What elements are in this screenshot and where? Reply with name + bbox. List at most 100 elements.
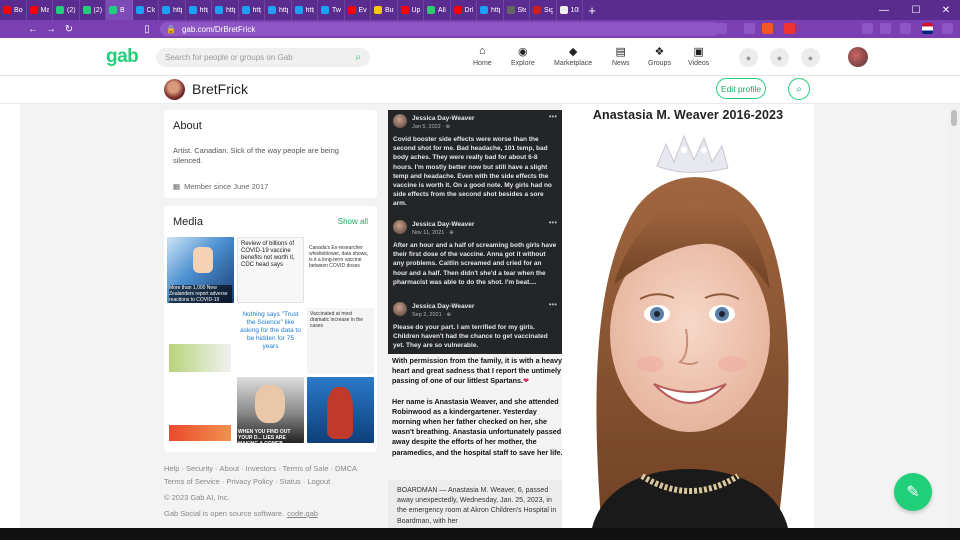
search-icon[interactable]: ⌕ [355, 52, 361, 63]
browser-tab[interactable]: Sign [530, 0, 557, 20]
code-gab-link[interactable]: code.gab [287, 509, 318, 518]
vial-image [169, 344, 231, 372]
media-thumb-5[interactable]: Nothing says "Trust the Science" like as… [237, 308, 304, 374]
menu-icon[interactable] [942, 23, 953, 34]
footer-link[interactable]: DMCA [335, 464, 357, 473]
show-all-link[interactable]: Show all [338, 217, 368, 226]
rewards-icon[interactable] [784, 23, 795, 34]
bookmark-icon[interactable]: ▯ [138, 20, 156, 38]
forward-icon[interactable]: → [42, 20, 60, 38]
media-thumb-7[interactable] [167, 377, 234, 443]
browser-tab[interactable]: All V [424, 0, 451, 20]
share-icon[interactable] [716, 23, 727, 34]
footer-link[interactable]: Help [164, 464, 179, 473]
member-since-text: Member since June 2017 [184, 182, 269, 191]
sidebar-icon[interactable] [880, 23, 891, 34]
browser-tab[interactable]: http [186, 0, 212, 20]
wallet-icon[interactable] [900, 23, 911, 34]
fb-author: Jessica Day-Weaver [412, 221, 475, 228]
extensions-icon[interactable] [862, 23, 873, 34]
thumb-headline: WHEN YOU FIND OUT YOUR D... LIES ARE MAK… [238, 429, 291, 443]
brave-shield-icon[interactable] [762, 23, 773, 34]
media-thumb-1[interactable]: More than 1,000 New Zealanders report ad… [167, 237, 234, 303]
gab-logo[interactable]: gab [106, 46, 139, 68]
page-scrollbar[interactable] [948, 104, 960, 528]
footer-link[interactable]: Investors [246, 464, 276, 473]
memorial-photo[interactable]: Anastasia M. Weaver 2016-2023 [562, 104, 814, 528]
browser-tab[interactable]: http [239, 0, 265, 20]
url-field[interactable]: 🔒 gab.com/DrBretFrick [160, 22, 720, 36]
nav-videos[interactable]: ▣ Videos [688, 44, 709, 68]
footer-link[interactable]: Terms of Sale [283, 464, 329, 473]
new-tab-icon[interactable]: + [583, 0, 601, 20]
minimize-icon[interactable]: — [868, 0, 900, 20]
browser-tab[interactable]: http [159, 0, 186, 20]
tab-label: 10k [570, 6, 580, 14]
compose-button[interactable]: ✎ [894, 473, 932, 511]
avatar[interactable] [848, 47, 868, 67]
search-input[interactable]: Search for people or groups on Gab ⌕ [156, 48, 370, 67]
browser-tab[interactable]: http [292, 0, 318, 20]
scrollbar-thumb[interactable] [951, 110, 957, 126]
tab-label: Mar [40, 6, 50, 14]
footer-link[interactable]: Status [280, 477, 301, 486]
media-thumb-2[interactable]: Review of billions of COVID-19 vaccine b… [237, 237, 304, 303]
media-thumb-4[interactable] [167, 308, 234, 374]
media-thumb-8[interactable]: WHEN YOU FIND OUT YOUR D... LIES ARE MAK… [237, 377, 304, 443]
light-bulb-icon[interactable]: ● [801, 48, 820, 67]
footer-link[interactable]: Privacy Policy [226, 477, 273, 486]
face-image [255, 385, 285, 423]
browser-tab[interactable]: Twit [318, 0, 345, 20]
nav-home[interactable]: ⌂ Home [473, 44, 492, 67]
browser-tab[interactable]: B [106, 0, 133, 20]
flag-icon[interactable] [922, 23, 933, 34]
fb-avatar [393, 114, 407, 128]
reload-icon[interactable]: ↻ [60, 20, 78, 38]
nav-explore[interactable]: ◉ Explore [511, 44, 535, 68]
profile-bar: BretFrick Edit profile ⌕ [0, 76, 960, 104]
tab-favicon-icon [188, 6, 197, 14]
browser-tab[interactable]: 10k [557, 0, 583, 20]
close-icon[interactable]: ✕ [930, 0, 960, 20]
browser-tab[interactable]: (2) V [53, 0, 80, 20]
browser-tab[interactable]: Ever [345, 0, 371, 20]
gab-header: gab Search for people or groups on Gab ⌕… [0, 38, 960, 76]
edit-profile-button[interactable]: Edit profile [716, 78, 766, 99]
browser-tab[interactable]: Clo [133, 0, 159, 20]
footer-link[interactable]: Security [186, 464, 213, 473]
profile-search-button[interactable]: ⌕ [788, 78, 810, 100]
about-card: About Artist. Canadian. Sick of the way … [164, 110, 377, 198]
nav-label: Home [473, 60, 492, 67]
nav-label: Explore [511, 60, 535, 67]
browser-tab[interactable]: (2) H [80, 0, 106, 20]
browser-tab[interactable]: Mar [27, 0, 53, 20]
nav-marketplace[interactable]: ◆ Marketplace [554, 44, 592, 68]
tab-favicon-icon [268, 6, 276, 14]
tab-favicon-icon [533, 6, 541, 14]
zoom-icon[interactable] [744, 23, 755, 34]
maximize-icon[interactable]: ☐ [900, 0, 932, 20]
browser-tab[interactable]: DrB [451, 0, 477, 20]
explore-icon: ◉ [518, 45, 528, 58]
browser-tab[interactable]: Buy [371, 0, 398, 20]
footer-link[interactable]: About [220, 464, 240, 473]
profile-avatar[interactable] [164, 79, 185, 100]
nav-news[interactable]: ▤ News [612, 44, 630, 68]
browser-tab[interactable]: http [212, 0, 239, 20]
heart-icon: ❤ [523, 376, 530, 386]
browser-tab[interactable]: http [477, 0, 504, 20]
media-thumb-6[interactable]: Vaccinated at most dramatic increase in … [307, 308, 374, 374]
child-portrait-image [562, 104, 814, 528]
nav-groups[interactable]: ❖ Groups [648, 44, 671, 68]
footer-link[interactable]: Terms of Service [164, 477, 220, 486]
footer-link[interactable]: Logout [307, 477, 330, 486]
back-icon[interactable]: ← [24, 20, 42, 38]
media-thumb-3[interactable]: Canada's Ex-researcher whistleblower, da… [307, 237, 374, 303]
notifications-icon[interactable]: ● [739, 48, 758, 67]
browser-tab[interactable]: Upk [398, 0, 424, 20]
media-thumb-9[interactable] [307, 377, 374, 443]
browser-tab[interactable]: Stea [504, 0, 530, 20]
messages-icon[interactable]: ● [770, 48, 789, 67]
browser-tab[interactable]: http [265, 0, 292, 20]
browser-tab[interactable]: Boo [0, 0, 27, 20]
